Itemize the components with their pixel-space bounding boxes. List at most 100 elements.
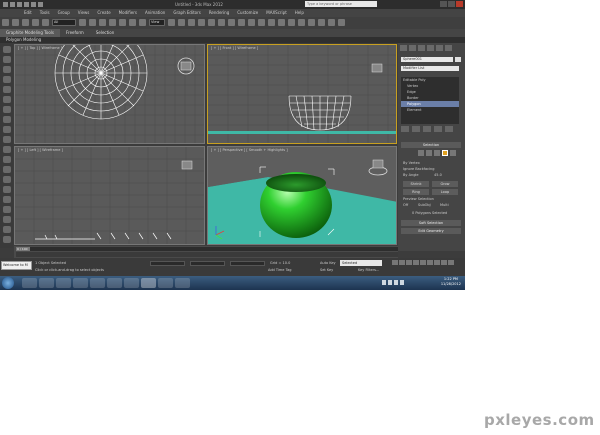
mirror-icon[interactable]: [248, 19, 255, 26]
edit-geometry-rollout-header[interactable]: Edit Geometry: [401, 228, 461, 234]
loop-button[interactable]: Loop: [432, 189, 458, 195]
minimize-icon[interactable]: [440, 1, 447, 7]
element-level-icon[interactable]: [450, 150, 456, 156]
time-slider-track[interactable]: [16, 247, 398, 251]
track-bar[interactable]: [16, 252, 398, 257]
redo-icon[interactable]: [38, 2, 43, 7]
create-tab-icon[interactable]: [400, 45, 407, 51]
object-name-field[interactable]: Sphere001: [401, 57, 453, 62]
prev-frame-icon[interactable]: [399, 260, 405, 265]
tool-icon[interactable]: [2, 236, 11, 243]
shrink-button[interactable]: Shrink: [403, 181, 429, 187]
menu-modifiers[interactable]: Modifiers: [119, 9, 137, 17]
viewport-top-label[interactable]: [ + ] [ Top ] [ Wireframe ]: [18, 46, 62, 50]
schematic-view-icon[interactable]: [298, 19, 305, 26]
tab-freeform[interactable]: Freeform: [60, 29, 90, 37]
layer-manager-icon[interactable]: [268, 19, 275, 26]
tool-icon[interactable]: [2, 76, 11, 83]
border-level-icon[interactable]: [434, 150, 440, 156]
tab-selection[interactable]: Selection: [90, 29, 120, 37]
tool-icon[interactable]: [2, 56, 11, 63]
photoshop-app-icon[interactable]: [39, 278, 54, 288]
menu-customize[interactable]: Customize: [237, 9, 258, 17]
flag-icon[interactable]: [400, 280, 404, 285]
maximize-icon[interactable]: [448, 1, 455, 7]
show-end-result-icon[interactable]: [412, 126, 420, 132]
material-editor-icon[interactable]: [308, 19, 315, 26]
vertex-level-icon[interactable]: [418, 150, 424, 156]
menu-rendering[interactable]: Rendering: [209, 9, 229, 17]
tool-icon[interactable]: [2, 136, 11, 143]
key-mode-dropdown[interactable]: Selected: [340, 260, 382, 266]
tool-icon[interactable]: [2, 146, 11, 153]
modifier-list-dropdown[interactable]: Modifier List: [401, 66, 459, 71]
tool-icon[interactable]: [2, 176, 11, 183]
play-icon[interactable]: [406, 260, 412, 265]
start-button-icon[interactable]: [2, 277, 14, 289]
display-tab-icon[interactable]: [436, 45, 443, 51]
window-crossing-icon[interactable]: [109, 19, 116, 26]
tool-icon[interactable]: [2, 166, 11, 173]
z-coordinate-field[interactable]: [230, 261, 265, 266]
rendered-frame-icon[interactable]: [328, 19, 335, 26]
zoom-icon[interactable]: [427, 260, 433, 265]
make-unique-icon[interactable]: [423, 126, 431, 132]
hierarchy-tab-icon[interactable]: [418, 45, 425, 51]
preview-subobj-radio[interactable]: SubObj: [418, 203, 431, 207]
selection-rollout-header[interactable]: Selection: [401, 142, 461, 148]
tool-icon[interactable]: [2, 106, 11, 113]
menu-edit[interactable]: Edit: [24, 9, 32, 17]
maxscript-listener-mini[interactable]: Welcome to M: [1, 261, 32, 270]
next-frame-icon[interactable]: [413, 260, 419, 265]
keyboard-shortcut-icon[interactable]: [188, 19, 195, 26]
rotate-icon[interactable]: [129, 19, 136, 26]
by-vertex-checkbox[interactable]: By Vertex: [403, 161, 420, 165]
ring-button[interactable]: Ring: [403, 189, 429, 195]
motion-tab-icon[interactable]: [427, 45, 434, 51]
reference-coordinate-dropdown[interactable]: View: [149, 19, 165, 26]
undo-icon[interactable]: [2, 19, 9, 26]
grow-button[interactable]: Grow: [432, 181, 458, 187]
select-by-name-icon[interactable]: [89, 19, 96, 26]
select-manipulate-icon[interactable]: [178, 19, 185, 26]
viewport-top[interactable]: [ + ] [ Top ] [ Wireframe ]: [14, 44, 205, 144]
soft-selection-rollout-header[interactable]: Soft Selection: [401, 220, 461, 226]
select-object-icon[interactable]: [79, 19, 86, 26]
tool-icon[interactable]: [2, 196, 11, 203]
3dsmax-app-icon[interactable]: [141, 278, 156, 288]
by-angle-checkbox[interactable]: By Angle: [403, 173, 419, 177]
viewport-left[interactable]: [ + ] [ Left ] [ Wireframe ]: [14, 146, 205, 245]
preview-off-radio[interactable]: Off: [403, 203, 408, 207]
taskbar-clock[interactable]: 1:22 PM 11/28/2012: [441, 277, 461, 287]
menu-help[interactable]: Help: [295, 9, 304, 17]
tool-icon[interactable]: [2, 156, 11, 163]
browser-app-icon[interactable]: [175, 278, 190, 288]
network-icon[interactable]: [388, 280, 392, 285]
key-filters-button[interactable]: Key Filters...: [358, 268, 379, 272]
tool-icon[interactable]: [2, 116, 11, 123]
x-coordinate-field[interactable]: [150, 261, 185, 266]
menu-tools[interactable]: Tools: [40, 9, 50, 17]
angle-snap-icon[interactable]: [208, 19, 215, 26]
tool-icon[interactable]: [2, 206, 11, 213]
firefox-app-icon[interactable]: [73, 278, 88, 288]
viewport-left-label[interactable]: [ + ] [ Left ] [ Wireframe ]: [18, 148, 63, 152]
app-menu-icon[interactable]: [3, 2, 8, 7]
open-file-icon[interactable]: [17, 2, 22, 7]
scale-icon[interactable]: [139, 19, 146, 26]
preview-multi-radio[interactable]: Multi: [440, 203, 449, 207]
close-icon[interactable]: [456, 1, 463, 7]
viewport-perspective-label[interactable]: [ + ] [ Perspective ] [ Smooth + Highlig…: [211, 148, 288, 152]
bind-space-warp-icon[interactable]: [42, 19, 49, 26]
menu-maxscript[interactable]: MAXScript: [266, 9, 287, 17]
object-color-swatch[interactable]: [455, 57, 461, 62]
time-slider-thumb[interactable]: 0 / 100: [16, 247, 30, 251]
render-icon[interactable]: [338, 19, 345, 26]
unlink-icon[interactable]: [32, 19, 39, 26]
time-slider[interactable]: 0 / 100: [14, 246, 398, 258]
tool-icon[interactable]: [2, 96, 11, 103]
maximize-viewport-icon[interactable]: [448, 260, 454, 265]
y-coordinate-field[interactable]: [190, 261, 225, 266]
explorer-app-icon[interactable]: [22, 278, 37, 288]
new-file-icon[interactable]: [10, 2, 15, 7]
